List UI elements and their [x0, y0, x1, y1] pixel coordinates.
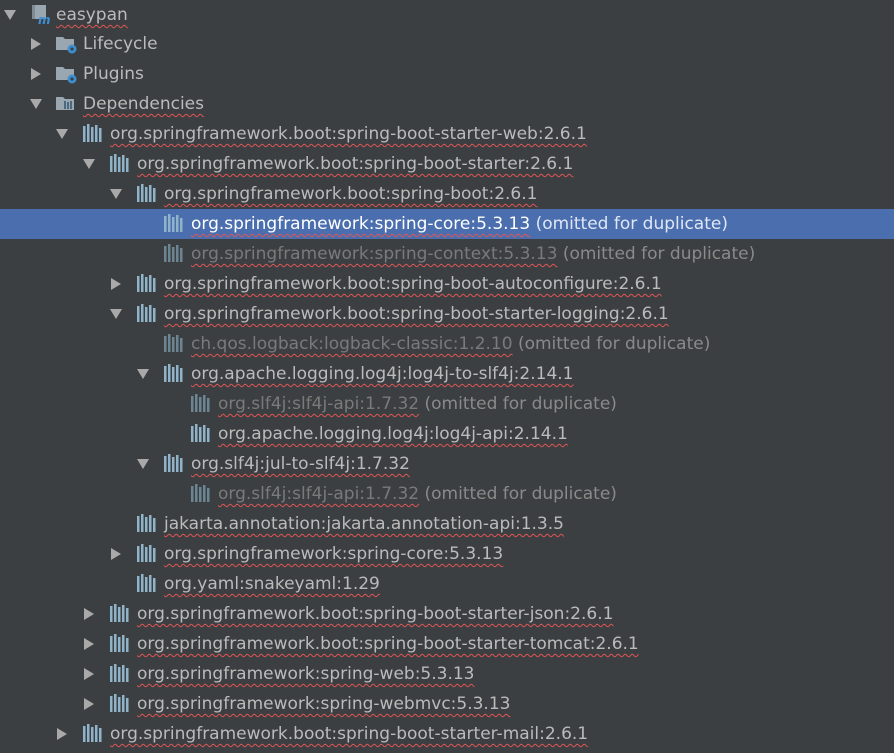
- dependency-row[interactable]: org.apache.logging.log4j:log4j-to-slf4j:…: [0, 359, 894, 389]
- omitted-note: (omitted for duplicate): [535, 214, 728, 234]
- dependency-row[interactable]: org.springframework:spring-context:5.3.1…: [0, 239, 894, 269]
- library-icon: [190, 484, 212, 504]
- dependency-coordinate: org.springframework:spring-web:5.3.13: [137, 664, 475, 684]
- dependency-coordinate: org.springframework.boot:spring-boot-sta…: [137, 154, 574, 174]
- library-icon: [136, 274, 158, 294]
- tree-node-plugins[interactable]: Plugins: [0, 59, 894, 89]
- dependency-row[interactable]: org.springframework.boot:spring-boot-sta…: [0, 719, 894, 749]
- dependency-coordinate: jakarta.annotation:jakarta.annotation-ap…: [164, 514, 564, 534]
- dependency-coordinate: org.springframework.boot:spring-boot-sta…: [137, 634, 639, 654]
- dependency-row[interactable]: org.yaml:snakeyaml:1.29: [0, 569, 894, 599]
- dependency-coordinate: org.slf4j:jul-to-slf4j:1.7.32: [191, 454, 410, 474]
- dependency-row[interactable]: org.slf4j:slf4j-api:1.7.32 (omitted for …: [0, 479, 894, 509]
- dependency-row[interactable]: jakarta.annotation:jakarta.annotation-ap…: [0, 509, 894, 539]
- dependency-row[interactable]: org.springframework.boot:spring-boot-sta…: [0, 599, 894, 629]
- tree-node-dependencies[interactable]: Dependencies: [0, 89, 894, 119]
- library-icon: [109, 154, 131, 174]
- dependency-row[interactable]: org.springframework:spring-core:5.3.13: [0, 539, 894, 569]
- maven-dependency-tree: m easypan Lifecycle Plugins Dependencies…: [0, 0, 894, 753]
- lifecycle-label: Lifecycle: [83, 34, 158, 54]
- dependency-coordinate: org.apache.logging.log4j:log4j-to-slf4j:…: [191, 364, 574, 384]
- maven-module-icon: m: [30, 5, 52, 27]
- expand-arrow-icon[interactable]: [2, 0, 18, 30]
- dependency-coordinate: org.springframework:spring-webmvc:5.3.13: [137, 694, 511, 714]
- dependency-row[interactable]: org.apache.logging.log4j:log4j-api:2.14.…: [0, 419, 894, 449]
- expand-arrow-icon[interactable]: [108, 269, 124, 299]
- dependency-coordinate: org.springframework.boot:spring-boot:2.6…: [164, 184, 538, 204]
- folder-gear-icon: [56, 34, 78, 54]
- library-icon: [190, 424, 212, 444]
- expand-arrow-icon[interactable]: [54, 719, 70, 749]
- dependency-coordinate: org.springframework.boot:spring-boot-sta…: [110, 724, 589, 744]
- expand-arrow-icon[interactable]: [81, 149, 97, 179]
- plugins-label: Plugins: [83, 64, 144, 84]
- library-icon: [136, 304, 158, 324]
- library-icon: [163, 454, 185, 474]
- dependency-row[interactable]: org.springframework.boot:spring-boot-sta…: [0, 149, 894, 179]
- expand-arrow-icon[interactable]: [28, 59, 44, 89]
- dependency-row[interactable]: org.springframework:spring-webmvc:5.3.13: [0, 689, 894, 719]
- dependency-coordinate: org.springframework:spring-context:5.3.1…: [191, 244, 558, 264]
- expand-arrow-icon[interactable]: [81, 599, 97, 629]
- expand-arrow-icon[interactable]: [81, 659, 97, 689]
- expand-arrow-icon[interactable]: [108, 539, 124, 569]
- dependency-row[interactable]: org.springframework.boot:spring-boot-sta…: [0, 119, 894, 149]
- svg-text:m: m: [38, 13, 51, 25]
- library-icon: [136, 184, 158, 204]
- expand-arrow-icon[interactable]: [108, 299, 124, 329]
- expand-arrow-icon[interactable]: [54, 119, 70, 149]
- library-icon: [82, 724, 104, 744]
- tree-node-project[interactable]: m easypan: [0, 0, 894, 30]
- library-icon: [190, 394, 212, 414]
- library-icon: [82, 124, 104, 144]
- dependency-coordinate: org.springframework.boot:spring-boot-sta…: [137, 604, 614, 624]
- expand-arrow-icon[interactable]: [28, 89, 44, 119]
- dependency-coordinate: org.springframework.boot:spring-boot-sta…: [164, 304, 669, 324]
- library-icon: [109, 664, 131, 684]
- expand-arrow-icon[interactable]: [108, 179, 124, 209]
- library-icon: [109, 634, 131, 654]
- dependency-row[interactable]: org.springframework.boot:spring-boot-sta…: [0, 299, 894, 329]
- expand-arrow-icon[interactable]: [81, 629, 97, 659]
- dependency-coordinate: org.slf4j:slf4j-api:1.7.32: [218, 484, 420, 504]
- dependency-row[interactable]: org.slf4j:jul-to-slf4j:1.7.32: [0, 449, 894, 479]
- dependency-coordinate: org.springframework.boot:spring-boot-aut…: [164, 274, 662, 294]
- dependency-coordinate: org.springframework:spring-core:5.3.13: [164, 544, 504, 564]
- dependency-row[interactable]: ch.qos.logback:logback-classic:1.2.10 (o…: [0, 329, 894, 359]
- dependency-coordinate: org.apache.logging.log4j:log4j-api:2.14.…: [218, 424, 568, 444]
- library-icon: [163, 364, 185, 384]
- library-icon: [163, 334, 185, 354]
- omitted-note: (omitted for duplicate): [424, 484, 617, 504]
- project-name: easypan: [56, 5, 128, 25]
- omitted-note: (omitted for duplicate): [424, 394, 617, 414]
- dependency-coordinate: ch.qos.logback:logback-classic:1.2.10: [191, 334, 513, 354]
- expand-arrow-icon[interactable]: [81, 689, 97, 719]
- library-icon: [109, 604, 131, 624]
- dependency-row[interactable]: org.slf4j:slf4j-api:1.7.32 (omitted for …: [0, 389, 894, 419]
- library-icon: [109, 694, 131, 714]
- library-icon: [136, 574, 158, 594]
- dependency-coordinate: org.yaml:snakeyaml:1.29: [164, 574, 380, 594]
- library-icon: [136, 544, 158, 564]
- library-icon: [163, 244, 185, 264]
- expand-arrow-icon[interactable]: [135, 449, 151, 479]
- dependency-coordinate: org.slf4j:slf4j-api:1.7.32: [218, 394, 420, 414]
- library-icon: [163, 214, 185, 234]
- dependency-coordinate: org.springframework:spring-core:5.3.13: [191, 214, 531, 234]
- dependency-coordinate: org.springframework.boot:spring-boot-sta…: [110, 124, 587, 144]
- dependency-row[interactable]: org.springframework:spring-web:5.3.13: [0, 659, 894, 689]
- dependency-row[interactable]: org.springframework.boot:spring-boot-sta…: [0, 629, 894, 659]
- expand-arrow-icon[interactable]: [28, 29, 44, 59]
- dependency-row-selected[interactable]: org.springframework:spring-core:5.3.13 (…: [0, 209, 894, 239]
- tree-node-lifecycle[interactable]: Lifecycle: [0, 29, 894, 59]
- expand-arrow-icon[interactable]: [135, 359, 151, 389]
- folder-gear-icon: [56, 64, 78, 84]
- omitted-note: (omitted for duplicate): [517, 334, 711, 354]
- omitted-note: (omitted for duplicate): [562, 244, 756, 264]
- dependency-row[interactable]: org.springframework.boot:spring-boot-aut…: [0, 269, 894, 299]
- dependency-row[interactable]: org.springframework.boot:spring-boot:2.6…: [0, 179, 894, 209]
- dependencies-label: Dependencies: [83, 94, 204, 114]
- library-icon: [136, 514, 158, 534]
- library-folder-icon: [56, 94, 78, 114]
